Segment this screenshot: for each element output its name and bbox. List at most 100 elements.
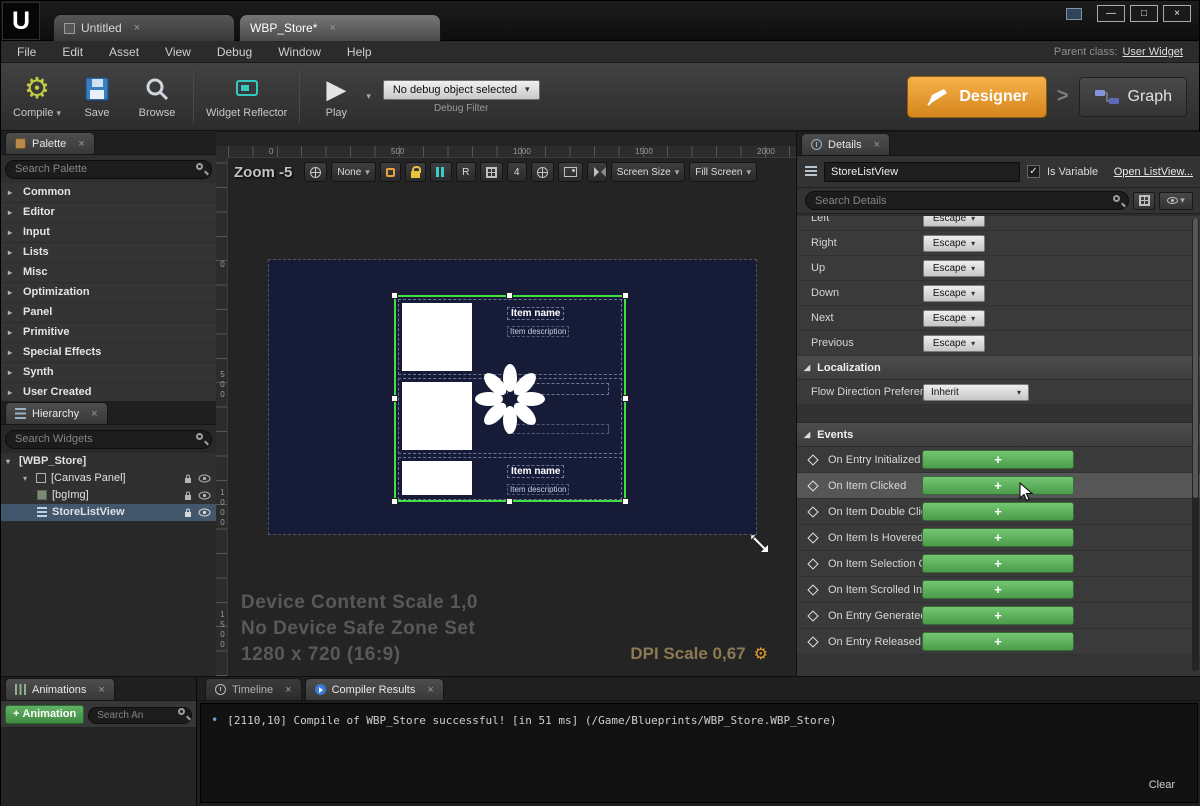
debug-object-dropdown[interactable]: No debug object selected ▾ (383, 80, 540, 100)
nav-previous-dropdown[interactable]: Escape▾ (923, 335, 985, 352)
section-events[interactable]: ◢ Events (797, 423, 1200, 447)
maximize-button[interactable]: □ (1130, 5, 1158, 22)
expander-icon[interactable]: ▸ (8, 308, 16, 317)
tab-palette[interactable]: Palette × (5, 132, 95, 154)
palette-category-panel[interactable]: ▸Panel (1, 303, 216, 323)
play-button[interactable]: ▶ Play (312, 74, 360, 119)
nav-right-dropdown[interactable]: Escape▾ (923, 235, 985, 252)
close-tab-icon[interactable]: × (329, 22, 335, 34)
tab-hierarchy[interactable]: Hierarchy × (5, 402, 108, 424)
compile-button[interactable]: ⚙ Compile ▾ (13, 74, 61, 119)
resize-handle[interactable] (391, 395, 398, 402)
resize-handle[interactable] (622, 395, 629, 402)
dpi-settings-gear-icon[interactable]: ⚙ (754, 644, 768, 664)
collapse-icon[interactable]: ▾ (23, 474, 31, 483)
details-display-filter-button[interactable] (1133, 192, 1155, 210)
nav-up-dropdown[interactable]: Escape▾ (923, 260, 985, 277)
expander-icon[interactable]: ▸ (8, 288, 16, 297)
nav-down-dropdown[interactable]: Escape▾ (923, 285, 985, 302)
expander-icon[interactable]: ▸ (8, 228, 16, 237)
tab-timeline[interactable]: Timeline × (205, 678, 302, 700)
outline-toggle-button[interactable] (380, 162, 401, 182)
flow-direction-dropdown[interactable]: Inherit▾ (923, 384, 1029, 401)
palette-category-synth[interactable]: ▸Synth (1, 363, 216, 383)
expander-icon[interactable]: ▸ (8, 248, 16, 257)
collapse-icon[interactable]: ▾ (6, 457, 14, 466)
save-button[interactable]: Save (73, 74, 121, 119)
resize-handle[interactable] (506, 292, 513, 299)
lock-icon[interactable] (183, 490, 193, 501)
designer-mode-button[interactable]: Designer (907, 76, 1046, 118)
preview-language-dropdown[interactable]: None▾ (331, 162, 375, 182)
details-search-input[interactable] (805, 191, 1129, 210)
parent-class-link[interactable]: User Widget (1122, 46, 1183, 58)
add-event-on-item-scrolled-into-view-button[interactable]: + (922, 580, 1074, 599)
grid-size-button[interactable]: 4 (507, 162, 527, 182)
widget-name-input[interactable] (824, 162, 1020, 182)
anchor-button[interactable] (531, 162, 554, 182)
animations-search-input[interactable] (88, 707, 192, 724)
palette-category-lists[interactable]: ▸Lists (1, 243, 216, 263)
selected-listview-widget[interactable]: Item name Item description (394, 295, 626, 502)
doc-tab-untitled[interactable]: Untitled × (53, 14, 235, 41)
safe-zone-button[interactable] (430, 162, 452, 182)
resize-handle[interactable] (506, 498, 513, 505)
lock-icon[interactable] (183, 507, 193, 518)
preview-resize-handle[interactable] (750, 534, 770, 554)
palette-category-editor[interactable]: ▸Editor (1, 203, 216, 223)
expander-icon[interactable]: ▸ (8, 188, 16, 197)
close-tab-icon[interactable]: × (285, 684, 291, 696)
visibility-eye-icon[interactable] (198, 491, 211, 500)
scrollbar-thumb[interactable] (1193, 218, 1198, 498)
add-event-on-item-clicked-button[interactable]: + (922, 476, 1074, 495)
resize-handle[interactable] (622, 498, 629, 505)
menu-asset[interactable]: Asset (109, 45, 139, 59)
expander-icon[interactable]: ▸ (8, 208, 16, 217)
rotation-mode-button[interactable]: R (456, 162, 476, 182)
add-event-on-item-selection-changed-button[interactable]: + (922, 554, 1074, 573)
play-options-dropdown-icon[interactable]: ▾ (366, 91, 371, 102)
tab-animations[interactable]: Animations × (5, 678, 115, 700)
browse-button[interactable]: Browse (133, 74, 181, 119)
list-entry[interactable]: Item name Item description (398, 457, 622, 500)
tree-row-wbp-store[interactable]: ▾ [WBP_Store] (1, 453, 216, 470)
screen-size-dropdown[interactable]: Screen Size▾ (611, 162, 685, 182)
close-tab-icon[interactable]: × (98, 684, 104, 696)
palette-category-input[interactable]: ▸Input (1, 223, 216, 243)
details-scrollbar[interactable] (1192, 218, 1199, 671)
designer-viewport[interactable]: 0 500 1000 1500 2000 0 500 1000 1500 Zoo… (216, 131, 796, 676)
menu-window[interactable]: Window (278, 45, 321, 59)
doc-tab-wbp-store[interactable]: WBP_Store* × (239, 14, 441, 41)
add-event-on-entry-initialized-button[interactable]: + (922, 450, 1074, 469)
visibility-eye-icon[interactable] (198, 508, 211, 517)
palette-category-special-effects[interactable]: ▸Special Effects (1, 343, 216, 363)
layout-icon[interactable] (1066, 8, 1082, 20)
menu-edit[interactable]: Edit (62, 45, 83, 59)
expander-icon[interactable]: ▸ (8, 348, 16, 357)
palette-category-optimization[interactable]: ▸Optimization (1, 283, 216, 303)
visibility-eye-icon[interactable] (198, 474, 211, 483)
menu-file[interactable]: File (17, 45, 36, 59)
lock-widgets-button[interactable] (405, 162, 426, 182)
expander-icon[interactable]: ▸ (8, 268, 16, 277)
menu-debug[interactable]: Debug (217, 45, 252, 59)
tab-compiler-results[interactable]: Compiler Results × (305, 678, 444, 700)
grid-snap-button[interactable] (480, 162, 503, 182)
open-listview-link[interactable]: Open ListView... (1114, 166, 1193, 178)
palette-category-misc[interactable]: ▸Misc (1, 263, 216, 283)
menu-help[interactable]: Help (347, 45, 372, 59)
add-event-on-entry-generated-button[interactable]: + (922, 606, 1074, 625)
add-event-on-entry-released-button[interactable]: + (922, 632, 1074, 651)
close-tab-icon[interactable]: × (134, 22, 140, 34)
details-view-options-button[interactable]: ▾ (1159, 192, 1193, 210)
close-tab-icon[interactable]: × (78, 138, 84, 150)
close-tab-icon[interactable]: × (91, 408, 97, 420)
preview-background-button[interactable] (558, 162, 583, 182)
menu-view[interactable]: View (165, 45, 191, 59)
clear-button[interactable]: Clear (1141, 777, 1183, 793)
expander-icon[interactable]: ▸ (8, 388, 16, 397)
resize-handle[interactable] (622, 292, 629, 299)
tree-row-storelistview[interactable]: StoreListView (1, 504, 216, 521)
is-variable-checkbox[interactable]: ✓ (1027, 165, 1040, 178)
expander-icon[interactable]: ▸ (8, 328, 16, 337)
